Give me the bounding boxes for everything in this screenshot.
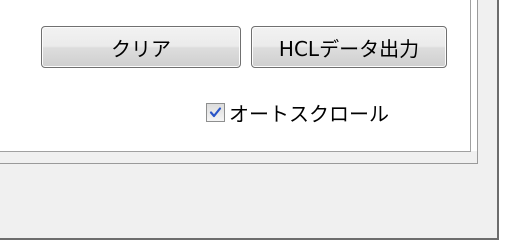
autoscroll-checkbox[interactable]	[206, 102, 225, 122]
autoscroll-label: オートスクロール	[229, 101, 389, 126]
checkmark-icon	[209, 106, 222, 117]
window-frame	[0, 240, 505, 251]
window-frame	[499, 0, 505, 240]
panel-divider	[0, 163, 478, 164]
clear-button[interactable]: クリア	[41, 26, 241, 68]
panel-divider	[470, 0, 471, 151]
autoscroll-option[interactable]: オートスクロール	[206, 98, 389, 126]
application-window: クリア HCLデータ出力 オートスクロール	[0, 0, 505, 251]
panel-divider	[477, 0, 478, 164]
hcl-data-export-button[interactable]: HCLデータ出力	[251, 26, 447, 68]
panel-divider	[0, 151, 471, 152]
button-panel: クリア HCLデータ出力 オートスクロール	[0, 0, 478, 151]
